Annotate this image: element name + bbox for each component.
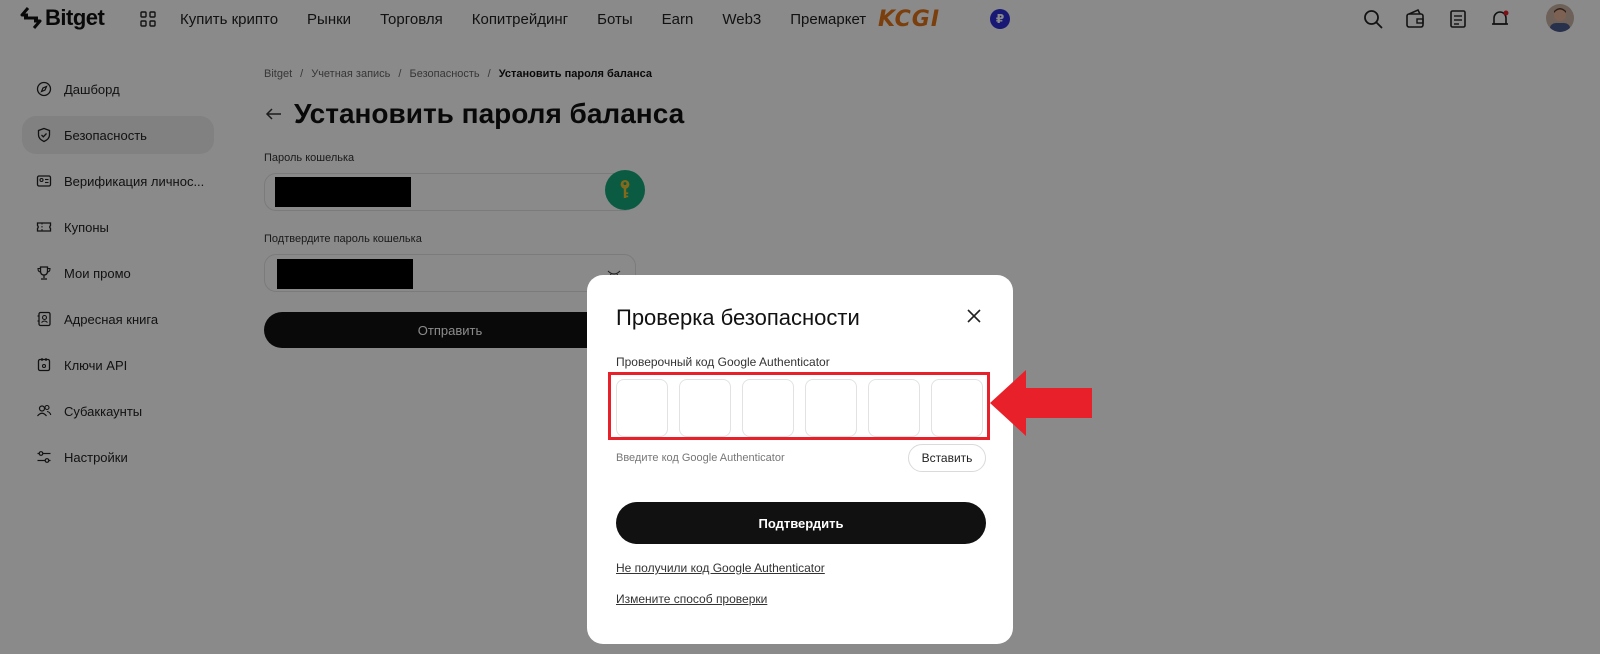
paste-button[interactable]: Вставить <box>908 444 986 472</box>
no-code-received-link[interactable]: Не получили код Google Authenticator <box>616 561 825 575</box>
dialog-title: Проверка безопасности <box>616 305 860 330</box>
code-input-hint: Введите код Google Authenticator <box>616 452 785 464</box>
authenticator-code-label: Проверочный код Google Authenticator <box>616 355 830 369</box>
close-icon[interactable] <box>965 307 983 325</box>
annotation-highlight-box <box>608 372 990 440</box>
annotation-arrow-icon <box>990 370 1092 436</box>
change-verification-method-link[interactable]: Измените способ проверки <box>616 592 767 606</box>
security-verification-dialog: Проверка безопасности Проверочный код Go… <box>587 275 1013 644</box>
confirm-button[interactable]: Подтвердить <box>616 502 986 544</box>
